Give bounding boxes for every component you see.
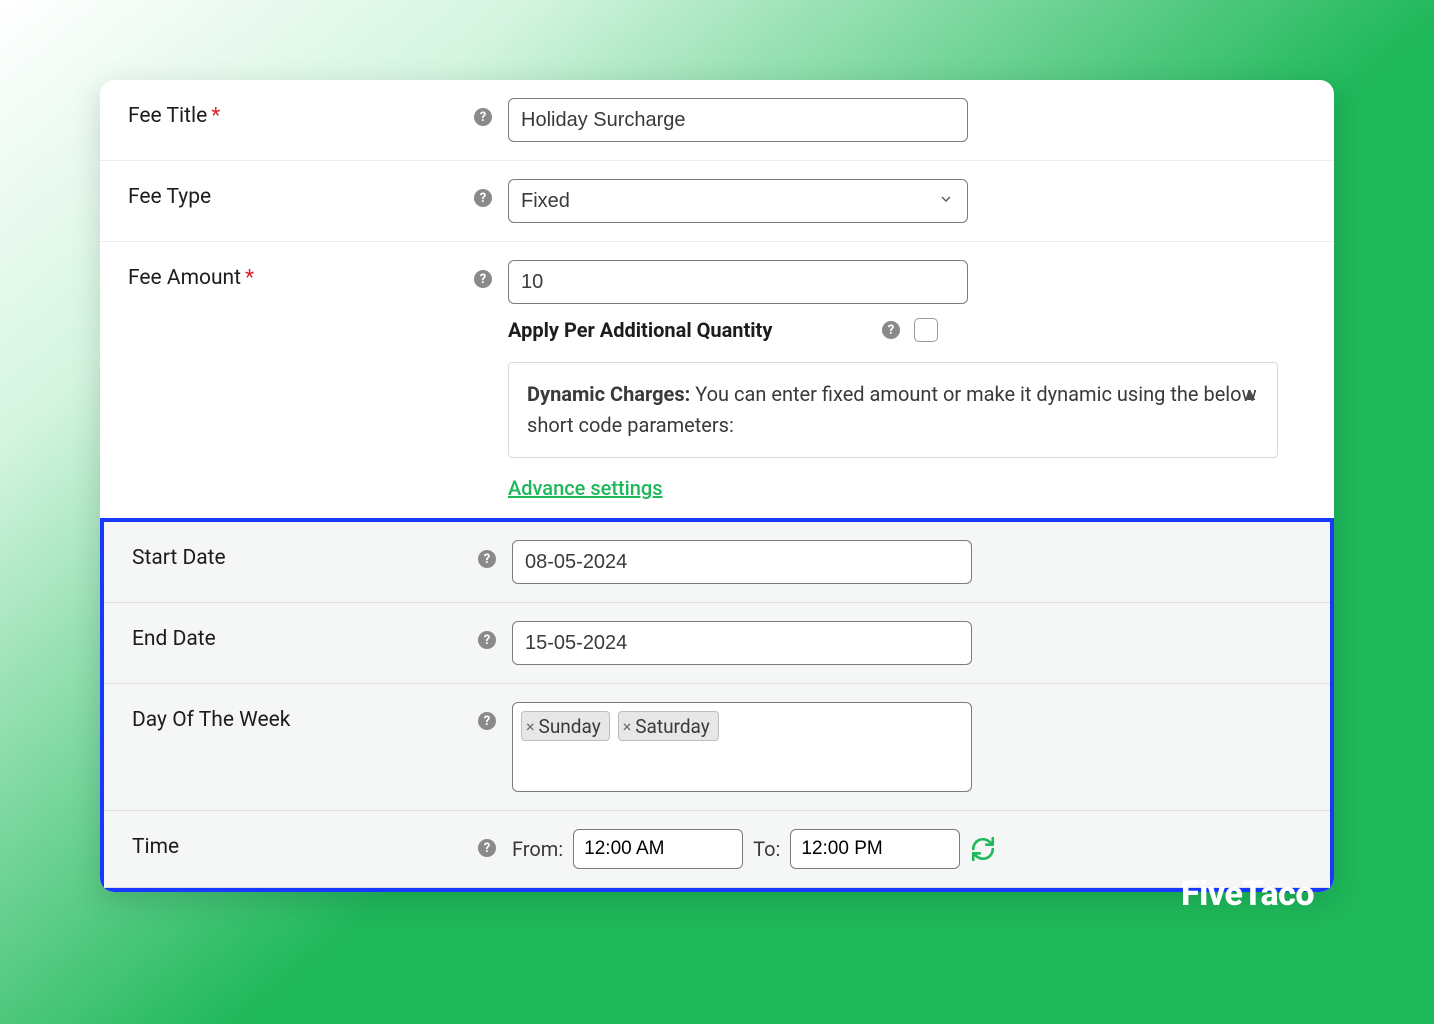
apply-per-qty-label: Apply Per Additional Quantity <box>508 318 868 342</box>
help-icon[interactable]: ? <box>478 839 496 857</box>
dynamic-charges-box[interactable]: ▲ Dynamic Charges: You can enter fixed a… <box>508 362 1278 458</box>
required-asterisk: * <box>211 104 220 128</box>
refresh-icon[interactable] <box>970 836 996 862</box>
help-icon[interactable]: ? <box>474 189 492 207</box>
required-asterisk: * <box>245 266 254 290</box>
tag-remove-icon[interactable]: × <box>526 717 535 736</box>
fee-type-select-value[interactable] <box>508 179 968 223</box>
row-end-date: End Date ? <box>104 603 1330 684</box>
settings-card: Fee Title* ? Fee Type ? Fee Amount* ? <box>100 80 1334 892</box>
start-date-label: Start Date <box>132 540 472 570</box>
time-label: Time <box>132 829 472 859</box>
dynamic-charges-title: Dynamic Charges: <box>527 382 690 406</box>
time-from-input[interactable] <box>573 829 743 869</box>
advance-settings-link[interactable]: Advance settings <box>508 476 663 500</box>
fee-type-label: Fee Type <box>128 179 468 209</box>
help-icon[interactable]: ? <box>474 270 492 288</box>
brand-watermark: FiveTaco <box>1181 874 1314 914</box>
fee-title-label: Fee Title* <box>128 98 468 128</box>
tag-remove-icon[interactable]: × <box>623 717 632 736</box>
row-fee-amount: Fee Amount* ? Apply Per Additional Quant… <box>100 242 1334 518</box>
row-fee-title: Fee Title* ? <box>100 80 1334 161</box>
fee-title-input[interactable] <box>508 98 968 142</box>
help-icon[interactable]: ? <box>882 321 900 339</box>
fee-type-select[interactable] <box>508 179 968 223</box>
start-date-input[interactable] <box>512 540 972 584</box>
time-to-label: To: <box>753 837 780 861</box>
fee-amount-input[interactable] <box>508 260 968 304</box>
schedule-highlight: Start Date ? End Date ? Day Of The Week … <box>100 518 1334 892</box>
end-date-input[interactable] <box>512 621 972 665</box>
fee-amount-label: Fee Amount* <box>128 260 468 290</box>
time-from-label: From: <box>512 837 563 861</box>
apply-per-qty-checkbox[interactable] <box>914 318 938 342</box>
dow-label: Day Of The Week <box>132 702 472 732</box>
collapse-caret-icon[interactable]: ▲ <box>1241 381 1259 409</box>
help-icon[interactable]: ? <box>478 712 496 730</box>
help-icon[interactable]: ? <box>478 550 496 568</box>
end-date-label: End Date <box>132 621 472 651</box>
row-fee-type: Fee Type ? <box>100 161 1334 242</box>
row-time: Time ? From: To: <box>104 811 1330 888</box>
row-start-date: Start Date ? <box>104 522 1330 603</box>
row-dow: Day Of The Week ? ×Sunday ×Saturday <box>104 684 1330 811</box>
time-to-input[interactable] <box>790 829 960 869</box>
dow-tag[interactable]: ×Saturday <box>618 711 719 741</box>
dow-tag-input[interactable]: ×Sunday ×Saturday <box>512 702 972 792</box>
dow-tag-label: Sunday <box>539 715 601 738</box>
help-icon[interactable]: ? <box>478 631 496 649</box>
help-icon[interactable]: ? <box>474 108 492 126</box>
dow-tag-label: Saturday <box>635 715 709 738</box>
dow-tag[interactable]: ×Sunday <box>521 711 610 741</box>
